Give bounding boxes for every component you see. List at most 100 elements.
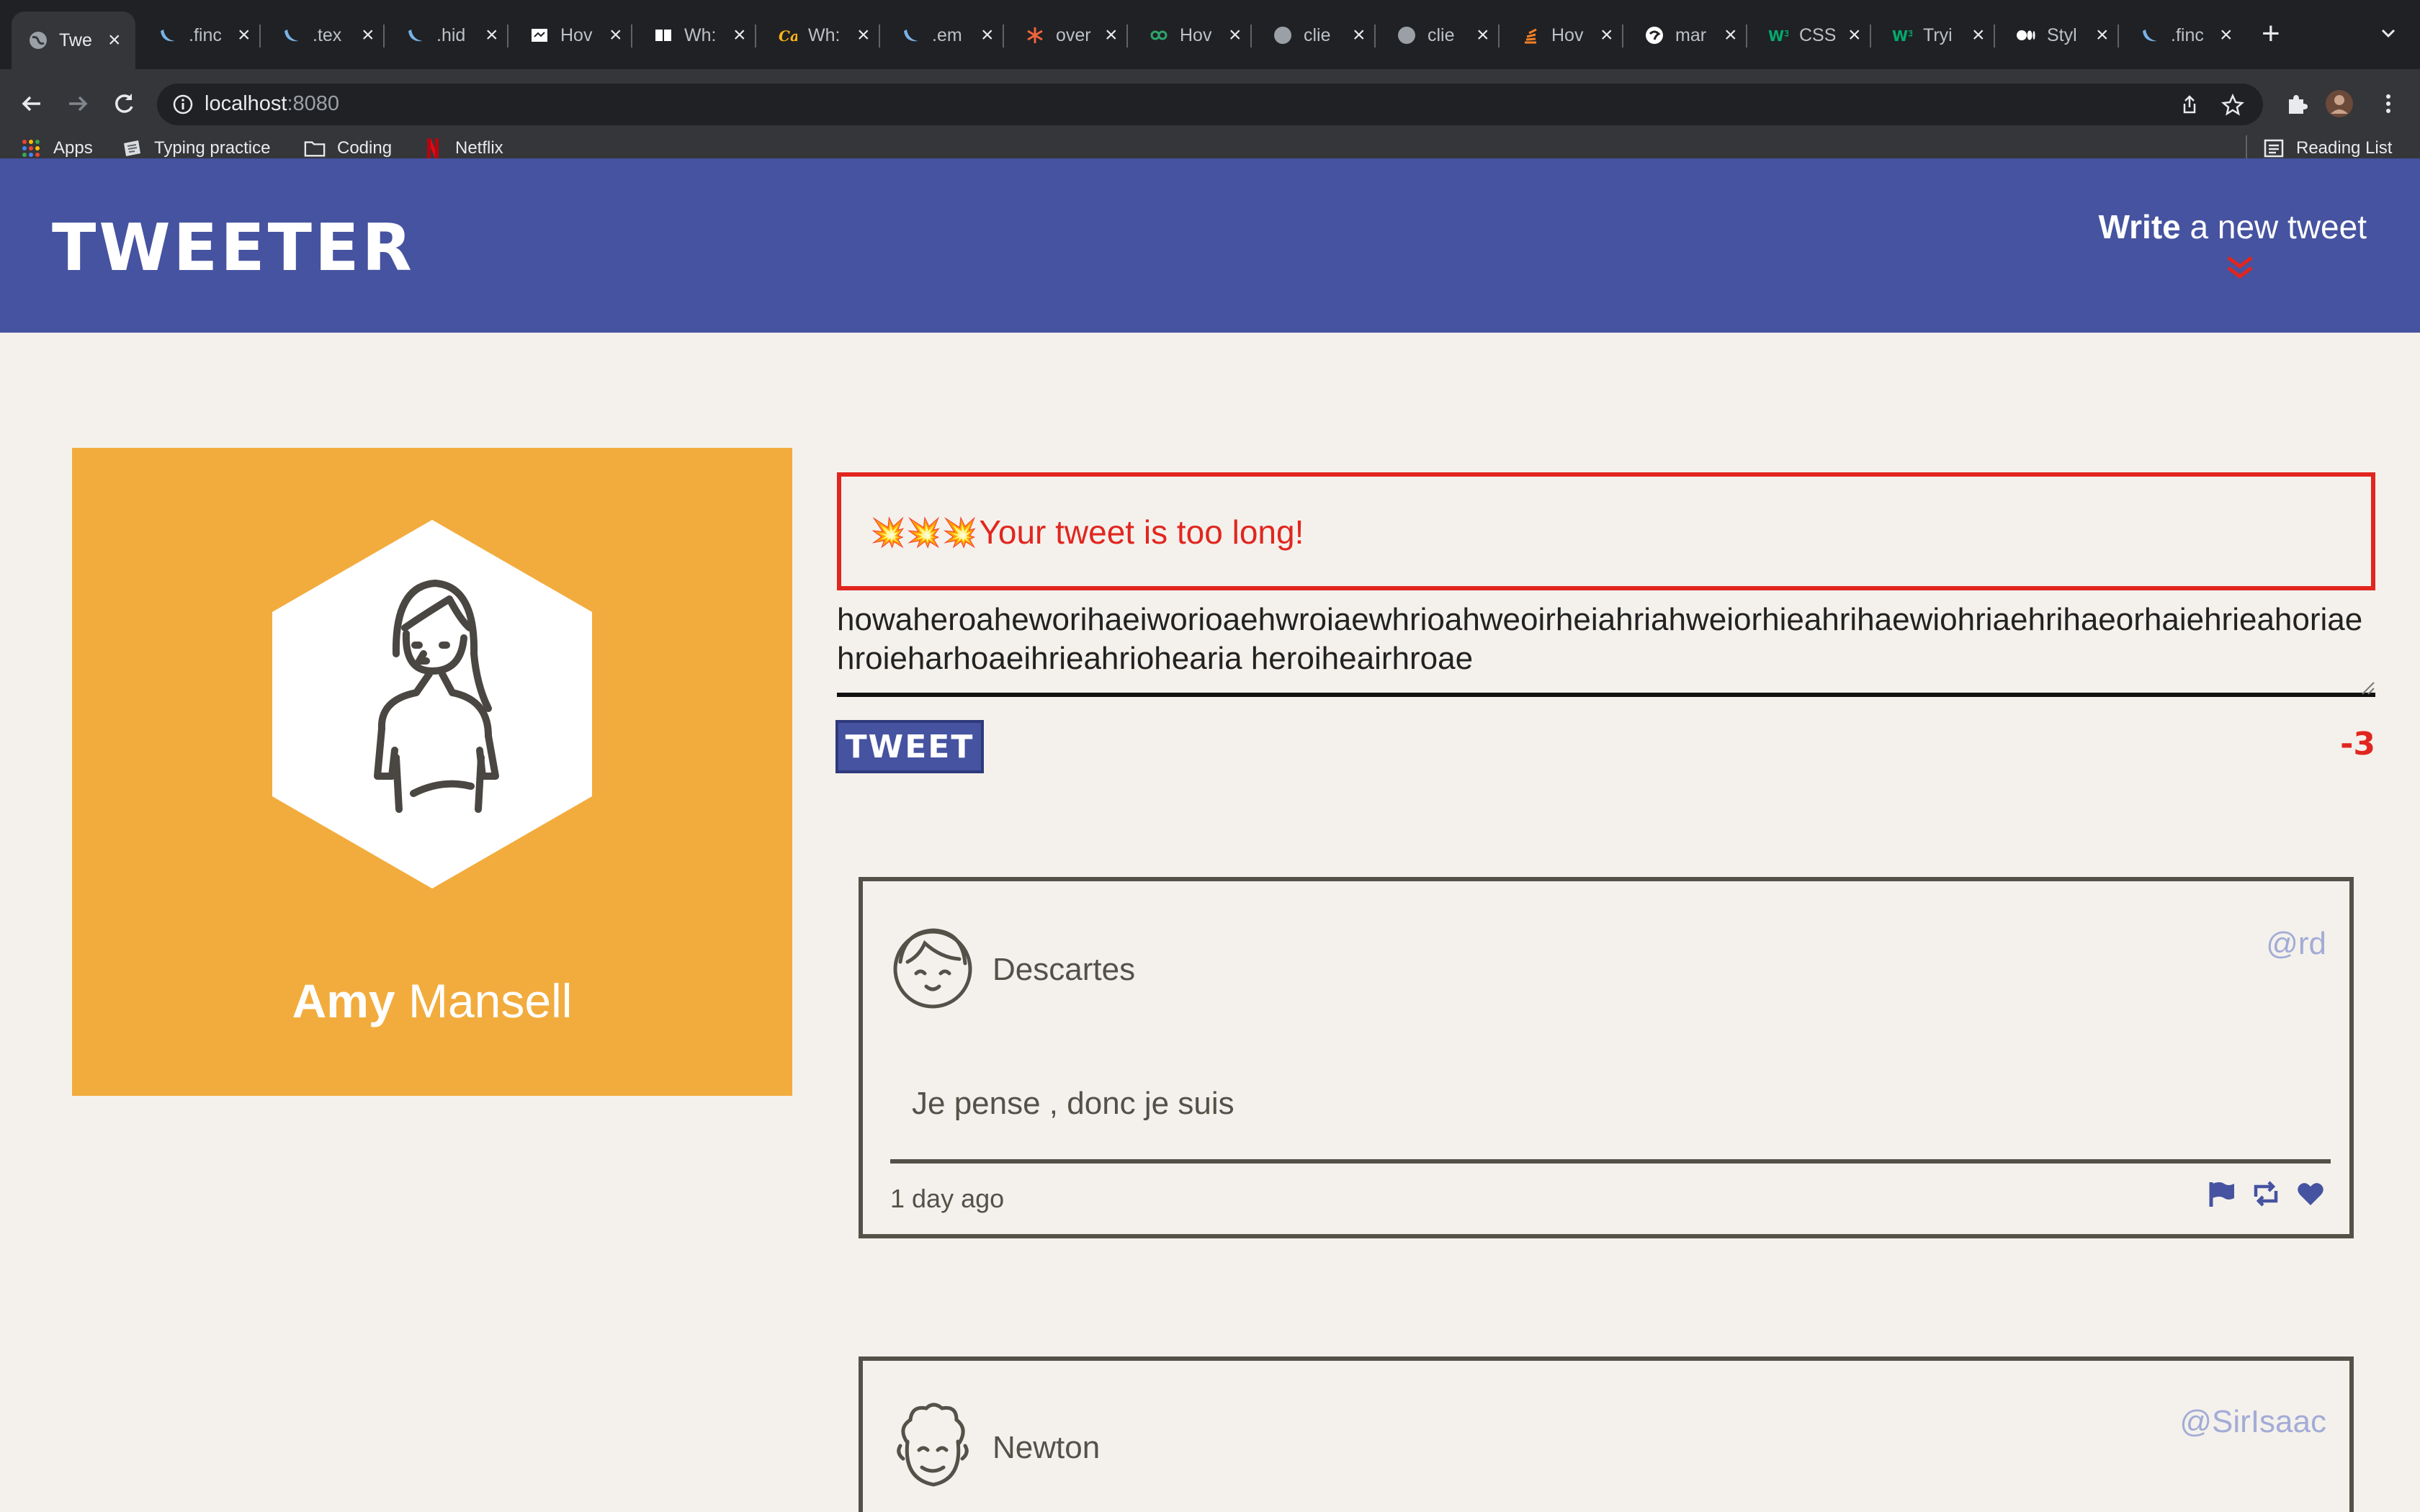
asterisk-icon [1024,24,1046,46]
tweet-card: Newton @SirIsaac [859,1356,2354,1512]
close-tab-icon[interactable]: × [857,23,870,48]
apps-grid-icon [20,138,42,159]
tab[interactable]: .tex × [265,12,383,59]
avatar[interactable] [2325,89,2354,118]
tab[interactable]: W³ CSS × [1752,12,1870,59]
tab-tweeter[interactable]: Twe × [12,12,135,69]
tab[interactable]: .finc × [141,12,259,59]
info-icon[interactable] [171,93,194,116]
url-text: localhost:8080 [205,92,340,115]
address-bar[interactable]: localhost:8080 [157,84,2263,125]
heart-icon[interactable] [2295,1178,2326,1210]
tab[interactable]: .hid × [389,12,507,59]
site-logo[interactable]: TWEETER [52,210,415,286]
close-tab-icon[interactable]: × [981,23,994,48]
profile-avatar [272,520,592,888]
close-tab-icon[interactable]: × [362,23,375,48]
tweet-actions [2192,1178,2326,1210]
globe-icon [1396,24,1417,46]
w3-icon: W³ [1767,24,1789,46]
tab[interactable]: Hov × [513,12,631,59]
jquery-icon [900,24,922,46]
profile-card: Amy Mansell [72,448,792,1096]
tab[interactable]: .em × [884,12,1003,59]
jquery-icon [157,24,179,46]
globe-icon [27,30,49,51]
close-tab-icon[interactable]: × [2096,23,2109,48]
browser-toolbar: localhost:8080 Apps Typing practice Codi… [0,69,2420,173]
tweet-avatar [893,928,972,1009]
write-new-tweet-link[interactable]: Write a new tweet [2099,207,2367,246]
character-counter: -3 [2340,726,2375,762]
close-tab-icon[interactable]: × [1353,23,1366,48]
keyboard-icon [121,138,143,159]
close-tab-icon[interactable]: × [108,28,121,53]
tweet-divider [890,1159,2331,1164]
tab[interactable]: Cal Wh: × [761,12,879,59]
close-tab-icon[interactable]: × [1229,23,1242,48]
extensions-icon[interactable] [2282,89,2311,118]
cal-icon: Cal [776,24,798,46]
back-button[interactable] [13,85,50,122]
reading-list-icon [2263,138,2285,159]
tweet-submit-button[interactable]: TWEET [835,720,984,773]
double-chevron-down-icon[interactable] [2224,253,2256,282]
tweet-content: Je pense , donc je suis [912,1086,1234,1121]
tab[interactable]: clie × [1380,12,1498,59]
close-tab-icon[interactable]: × [1724,23,1737,48]
tab[interactable]: Hov × [1504,12,1622,59]
close-tab-icon[interactable]: × [733,23,746,48]
jquery-icon [281,24,302,46]
tab[interactable]: Hov × [1132,12,1250,59]
tweet-timestamp: 1 day ago [890,1184,1005,1213]
tab[interactable]: W³ Tryi × [1876,12,1994,59]
close-tab-icon[interactable]: × [1848,23,1861,48]
share-icon[interactable] [2177,92,2202,118]
new-tab-button[interactable]: + [2262,16,2280,52]
reload-button[interactable] [105,85,143,122]
tab[interactable]: .finc × [2123,12,2241,59]
error-message: Your tweet is too long! [979,513,1304,551]
brain-icon [1644,24,1665,46]
forward-button[interactable] [59,85,97,122]
tab[interactable]: Wh: × [637,12,755,59]
jquery-icon [405,24,426,46]
site-icon [529,24,550,46]
close-tab-icon[interactable]: × [1972,23,1985,48]
collision-icon: 💥💥💥 [870,516,978,549]
tweet-author-name: Descartes [992,952,1136,987]
tab[interactable]: clie × [1256,12,1374,59]
browser-menu-icon[interactable] [2374,89,2403,118]
tab[interactable]: mar × [1628,12,1746,59]
browser-tab-strip: Twe × .finc × .tex × .hid × Hov × Wh: × … [0,0,2420,69]
flag-icon[interactable] [2205,1178,2237,1210]
globe-icon [1272,24,1294,46]
tweet-card: Descartes @rd Je pense , donc je suis 1 … [859,877,2354,1238]
svg-text:Cal: Cal [779,27,797,45]
medium-icon [2015,24,2037,46]
close-tab-icon[interactable]: × [1476,23,1489,48]
stack-icon [1520,24,1541,46]
site-header: TWEETER Write a new tweet [0,158,2420,333]
close-tab-icon[interactable]: × [1105,23,1118,48]
close-tab-icon[interactable]: × [485,23,498,48]
link-icon [1148,24,1170,46]
tweet-textarea[interactable]: howaheroaheworihaeiworioaehwroiaewhrioah… [837,600,2375,697]
close-tab-icon[interactable]: × [238,23,251,48]
netflix-icon [422,138,444,159]
close-tab-icon[interactable]: × [1600,23,1613,48]
tab-search-icon[interactable] [2375,20,2401,46]
close-tab-icon[interactable]: × [609,23,622,48]
error-message-box: 💥💥💥 Your tweet is too long! [837,472,2375,590]
book-icon [653,24,674,46]
tweet-avatar [897,1403,969,1487]
tab[interactable]: over × [1008,12,1126,59]
bookmark-star-icon[interactable] [2220,92,2246,118]
w3-icon: W³ [1891,24,1913,46]
tab[interactable]: Styl × [1999,12,2118,59]
close-tab-icon[interactable]: × [2220,23,2233,48]
jquery-icon [2139,24,2161,46]
resize-handle-icon[interactable] [2360,680,2375,696]
retweet-icon[interactable] [2250,1178,2282,1210]
svg-text:W³: W³ [1768,27,1788,45]
